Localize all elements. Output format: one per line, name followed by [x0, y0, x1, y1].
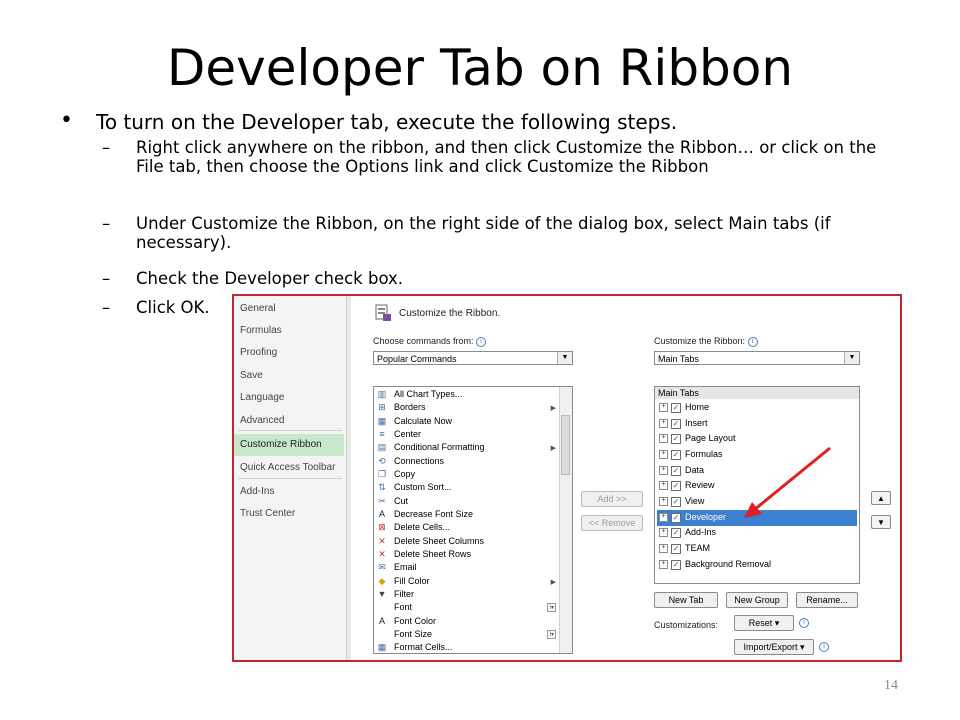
- step-text: Right click anywhere on the ribbon, and …: [136, 138, 877, 176]
- page-number: 14: [884, 678, 898, 693]
- step-text: Under Customize the Ribbon, on the right…: [136, 214, 831, 252]
- slide-title: Developer Tab on Ribbon: [166, 39, 794, 97]
- step-dash: –: [102, 298, 111, 317]
- step-dash: –: [102, 214, 111, 233]
- step-text: Check the Developer check box.: [136, 269, 404, 288]
- step-dash: –: [102, 138, 111, 157]
- options-dialog-screenshot: General Formulas Proofing Save Language …: [232, 294, 902, 662]
- step-dash: –: [102, 269, 111, 288]
- bullet-text: To turn on the Developer tab, execute th…: [96, 110, 678, 134]
- annotation-arrow-icon: [744, 446, 831, 518]
- bullet-marker: •: [60, 108, 73, 133]
